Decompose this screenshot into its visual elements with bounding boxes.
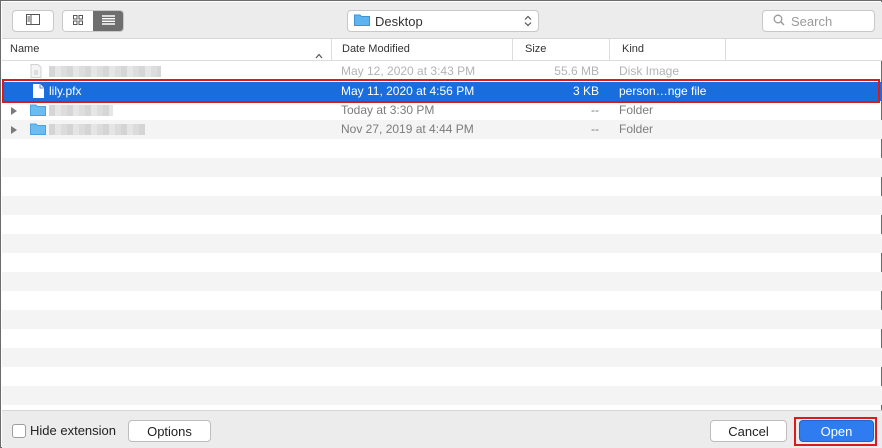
empty-row (2, 196, 882, 215)
list-icon (101, 14, 115, 28)
date-cell: May 12, 2020 at 3:43 PM (341, 64, 476, 78)
column-name-label: Name (10, 43, 40, 55)
empty-row (2, 234, 882, 253)
folder-icon (354, 13, 370, 29)
empty-row (2, 386, 882, 405)
list-item[interactable]: Nov 27, 2019 at 4:44 PM -- Folder (2, 120, 882, 139)
list-item-selected[interactable]: lily.pfx May 11, 2020 at 4:56 PM 3 KB pe… (2, 82, 882, 101)
list-view-button[interactable] (93, 11, 123, 31)
kind-cell: person…nge file (619, 84, 707, 98)
column-header: Name Date Modified Size Kind (2, 39, 882, 61)
disclosure-triangle-icon[interactable] (11, 107, 17, 115)
redacted-name (49, 124, 145, 135)
date-cell: Nov 27, 2019 at 4:44 PM (341, 122, 474, 136)
column-header-kind[interactable]: Kind (610, 39, 726, 60)
grid-icon (73, 14, 83, 28)
column-header-size[interactable]: Size (513, 39, 610, 60)
empty-row (2, 215, 882, 234)
redacted-name (49, 105, 113, 116)
folder-icon (30, 103, 46, 119)
kind-cell: Disk Image (619, 64, 680, 78)
column-header-name[interactable]: Name (2, 39, 332, 60)
disk-image-icon (30, 64, 42, 81)
open-button[interactable]: Open (799, 420, 874, 442)
search-placeholder: Search (791, 13, 833, 29)
options-button[interactable]: Options (128, 420, 211, 442)
size-cell: 3 KB (572, 84, 599, 98)
empty-row (2, 329, 882, 348)
empty-row (2, 139, 882, 158)
toolbar: Desktop Search (2, 2, 882, 39)
kind-cell: Folder (619, 103, 654, 117)
column-header-date[interactable]: Date Modified (332, 39, 513, 60)
size-cell: 55.6 MB (554, 64, 599, 78)
sidebar-icon (26, 14, 40, 28)
size-cell: -- (591, 103, 599, 117)
date-cell: Today at 3:30 PM (341, 103, 435, 117)
icon-view-button[interactable] (63, 11, 93, 31)
hide-extension-checkbox[interactable] (12, 424, 26, 438)
search-field[interactable]: Search (762, 10, 875, 32)
chevron-updown-icon (524, 15, 532, 30)
column-date-label: Date Modified (342, 43, 410, 55)
list-item[interactable]: Today at 3:30 PM -- Folder (2, 101, 882, 120)
empty-row (2, 348, 882, 367)
date-cell: May 11, 2020 at 4:56 PM (341, 84, 475, 98)
file-open-dialog: Desktop Search Name Date Modified Size K… (0, 0, 882, 448)
file-list[interactable]: May 12, 2020 at 3:43 PM 55.6 MB Disk Ima… (2, 62, 882, 410)
hide-extension-label[interactable]: Hide extension (30, 423, 116, 438)
folder-icon (30, 122, 46, 138)
location-label: Desktop (375, 13, 423, 29)
kind-cell: Folder (619, 122, 654, 136)
redacted-name (49, 66, 161, 77)
column-kind-label: Kind (622, 43, 645, 55)
empty-row (2, 310, 882, 329)
disclosure-triangle-icon[interactable] (11, 126, 17, 134)
view-mode-group (62, 10, 124, 32)
sidebar-toggle-button[interactable] (12, 10, 54, 32)
empty-row (2, 291, 882, 310)
empty-row (2, 367, 882, 386)
column-size-label: Size (525, 43, 547, 55)
name-cell: lily.pfx (49, 84, 82, 98)
bottom-bar: Hide extension Options Cancel Open (2, 410, 882, 448)
empty-row (2, 272, 882, 291)
empty-row (2, 253, 882, 272)
empty-row (2, 177, 882, 196)
empty-row (2, 158, 882, 177)
cancel-button[interactable]: Cancel (710, 420, 787, 442)
location-popup[interactable]: Desktop (347, 10, 539, 32)
size-cell: -- (591, 122, 599, 136)
document-icon (33, 84, 44, 101)
list-item[interactable]: May 12, 2020 at 3:43 PM 55.6 MB Disk Ima… (2, 62, 882, 81)
search-icon (773, 14, 791, 29)
